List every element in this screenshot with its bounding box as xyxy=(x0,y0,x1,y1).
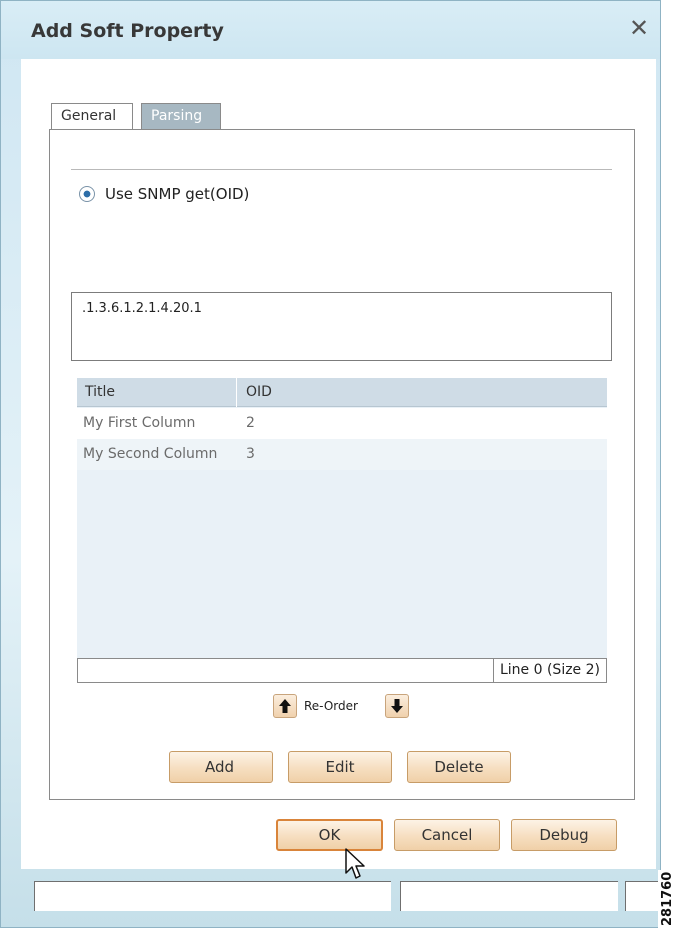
radio-button[interactable] xyxy=(79,186,95,202)
tab-parsing[interactable]: Parsing xyxy=(141,103,221,130)
title-bar[interactable]: Add Soft Property ✕ xyxy=(1,1,660,59)
footer-status-field xyxy=(34,881,391,911)
figure-id: 281760 xyxy=(658,870,679,928)
mouse-pointer-icon xyxy=(345,848,365,879)
delete-button[interactable]: Delete xyxy=(407,751,511,783)
separator xyxy=(71,169,612,170)
debug-button[interactable]: Debug xyxy=(511,819,617,851)
move-down-button[interactable] xyxy=(385,694,409,718)
cell-title: My Second Column xyxy=(83,446,218,462)
table-status-bar: Line 0 (Size 2) xyxy=(77,658,607,683)
oid-input[interactable]: .1.3.6.1.2.1.4.20.1 xyxy=(71,292,612,361)
footer-status-field xyxy=(400,881,618,911)
cell-title: My First Column xyxy=(83,415,196,431)
edit-button[interactable]: Edit xyxy=(288,751,392,783)
radio-label: Use SNMP get(OID) xyxy=(105,185,250,203)
tab-general[interactable]: General xyxy=(51,103,133,130)
dialog-title: Add Soft Property xyxy=(31,20,224,42)
cancel-button[interactable]: Cancel xyxy=(394,819,500,851)
arrow-up-icon xyxy=(279,699,291,713)
add-button[interactable]: Add xyxy=(169,751,273,783)
table-row[interactable]: My First Column 2 xyxy=(77,408,607,439)
column-header-oid[interactable]: OID xyxy=(238,378,280,407)
footer-status-field xyxy=(625,881,658,911)
reorder-label: Re-Order xyxy=(304,699,358,713)
cell-oid: 2 xyxy=(246,415,255,431)
move-up-button[interactable] xyxy=(273,694,297,718)
snmp-get-option[interactable]: Use SNMP get(OID) xyxy=(79,185,249,203)
cell-oid: 3 xyxy=(246,446,255,462)
table-header: Title OID xyxy=(77,378,607,407)
column-header-title[interactable]: Title xyxy=(77,378,237,407)
table-row[interactable]: My Second Column 3 xyxy=(77,439,607,470)
columns-table: Title OID My First Column 2 My Second Co… xyxy=(77,378,607,658)
close-icon[interactable]: ✕ xyxy=(626,15,652,41)
figure-id-text: 281760 xyxy=(660,871,675,926)
table-status-text: Line 0 (Size 2) xyxy=(492,659,606,682)
add-soft-property-dialog: Add Soft Property ✕ General Parsing Use … xyxy=(0,0,661,928)
arrow-down-icon xyxy=(391,699,403,713)
